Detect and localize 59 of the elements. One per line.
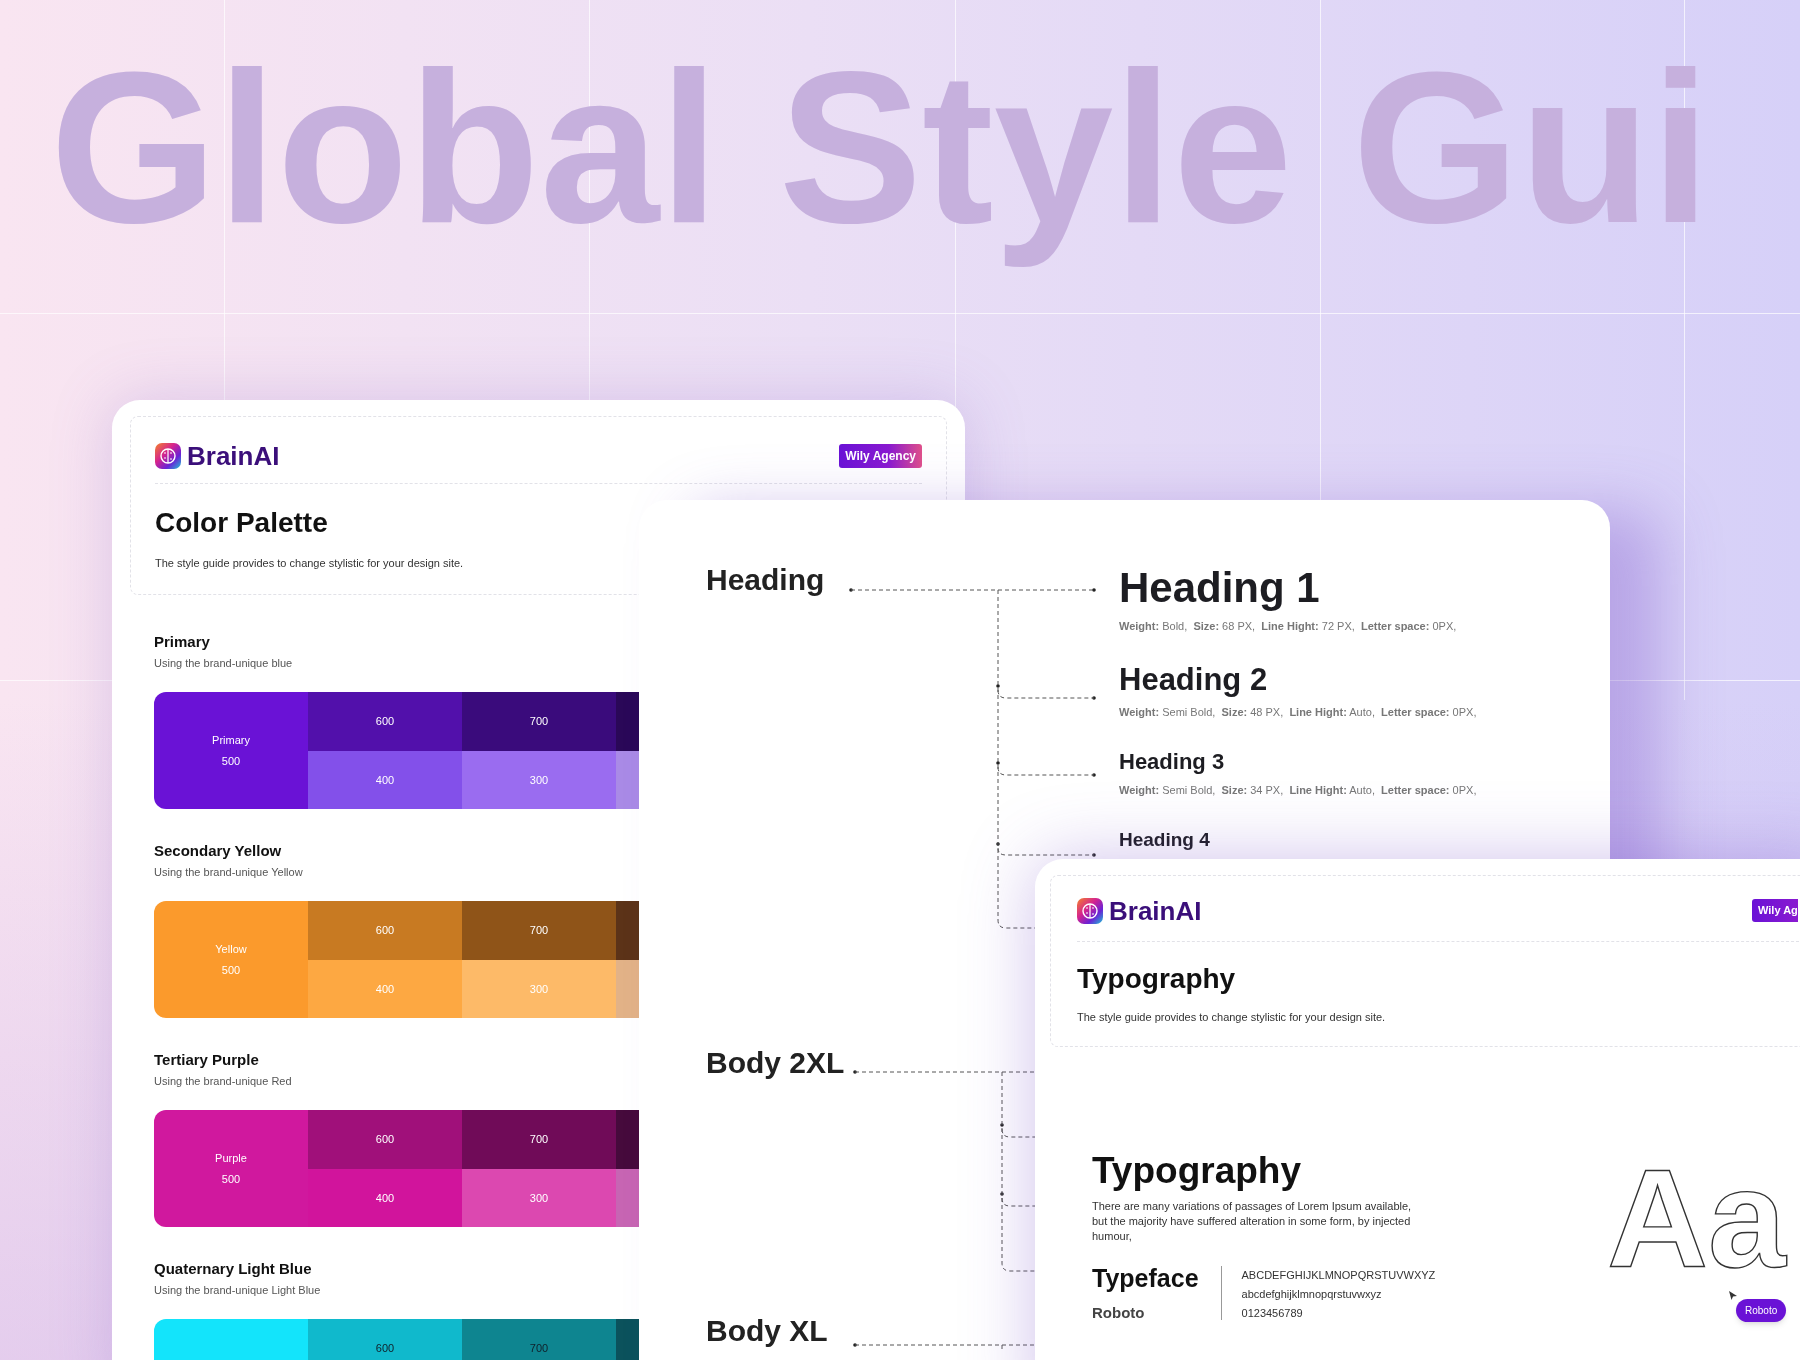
font-tag: Roboto [1736,1299,1787,1322]
section-title: Typography [1077,965,1237,993]
swatch-cell: 700 [462,692,616,751]
swatch-cell: 400 [308,1168,462,1227]
swatch-cell: 700 [462,1110,616,1169]
section-description: The style guide provides to change stylistic for your design site. [155,556,465,570]
heading-spec: Weight: Semi Bold, Size: 48 PX, Line Hight: Auto, Letter space: 0PX, [1119,705,1477,719]
font-name: Roboto [1092,1305,1146,1320]
swatch-label: 500 [221,753,241,769]
swatch-cell: 300 [462,959,616,1018]
agency-badge: Wily Agency [839,444,922,468]
palette-name: Secondary Yellow [154,842,282,860]
brand-name: BrainAI [187,443,280,469]
glyph-row-text: abcdefghijklmnopqrstuvwxyz [1241,1287,1383,1301]
sample-title: Typography [1092,1152,1302,1189]
palette-subtitle: Using the brand-unique Light Blue [154,1283,321,1297]
heading-sample: Heading 3 [1119,751,1225,773]
group-label: Body XL [706,1316,828,1346]
swatch-cell: 600 [308,901,462,960]
swatch-cell: 700 [462,1319,616,1360]
cursor-icon [1729,1291,1737,1300]
heading-spec: Weight: Semi Bold, Size: 34 PX, Line Hight: Auto, Letter space: 0PX, [1119,783,1477,797]
swatch-cell: 300 [462,750,616,809]
swatch-label: Purple [215,1151,247,1166]
heading-sample: Heading 2 [1119,664,1268,695]
glyph-specimen: Aa [1607,1149,1786,1289]
palette-subtitle: Using the brand-unique Red [154,1074,292,1088]
swatch-cell: 300 [462,1168,616,1227]
swatch-cell: 600 [308,1110,462,1169]
group-label: Body 2XL [706,1048,845,1078]
page-title: Global Style Gui [50,26,1711,270]
logo-icon [1077,898,1103,924]
agency-badge: Wily Ag [1752,899,1798,922]
swatch-cell: 600 [308,692,462,751]
heading-sample: Heading 4 [1119,830,1210,849]
swatch-cell: 600 [308,1319,462,1360]
palette-subtitle: Using the brand-unique blue [154,656,293,670]
swatch-label: Yellow [215,942,247,957]
heading-spec: Weight: Bold, Size: 68 PX, Line Hight: 72 PX, Letter space: 0PX, [1119,619,1457,633]
swatch-label: 500 [221,1171,241,1187]
palette-subtitle: Using the brand-unique Yellow [154,865,303,879]
glyph-row-text: 0123456789 [1241,1306,1304,1320]
section-title: Color Palette [155,509,329,537]
sample-paragraph: There are many variations of passages of Lorem Ipsum available, but the majority have suffered alteration in some form, by injected humour, [1092,1199,1413,1244]
section-description: The style guide provides to change stylistic for your design site. [1077,1010,1387,1024]
brand-name: BrainAI [1109,898,1202,924]
palette-name: Primary [154,633,210,651]
palette-name: Tertiary Purple [154,1051,259,1069]
group-label: Heading [706,565,825,595]
glyph-row: ABCDEFGHIJKLMNOPQRSTUVWXYZ [1241,1268,1436,1282]
heading-sample: Heading 1 [1119,567,1320,609]
swatch-cell: 400 [308,750,462,809]
swatch-label: 500 [221,962,241,978]
swatch-label: Primary [212,733,250,748]
logo-icon [155,443,181,469]
swatch-cell: 400 [308,959,462,1018]
palette-name: Quaternary Light Blue [154,1260,312,1278]
swatch-cell: 700 [462,901,616,960]
typeface-label: Typeface [1092,1266,1199,1291]
